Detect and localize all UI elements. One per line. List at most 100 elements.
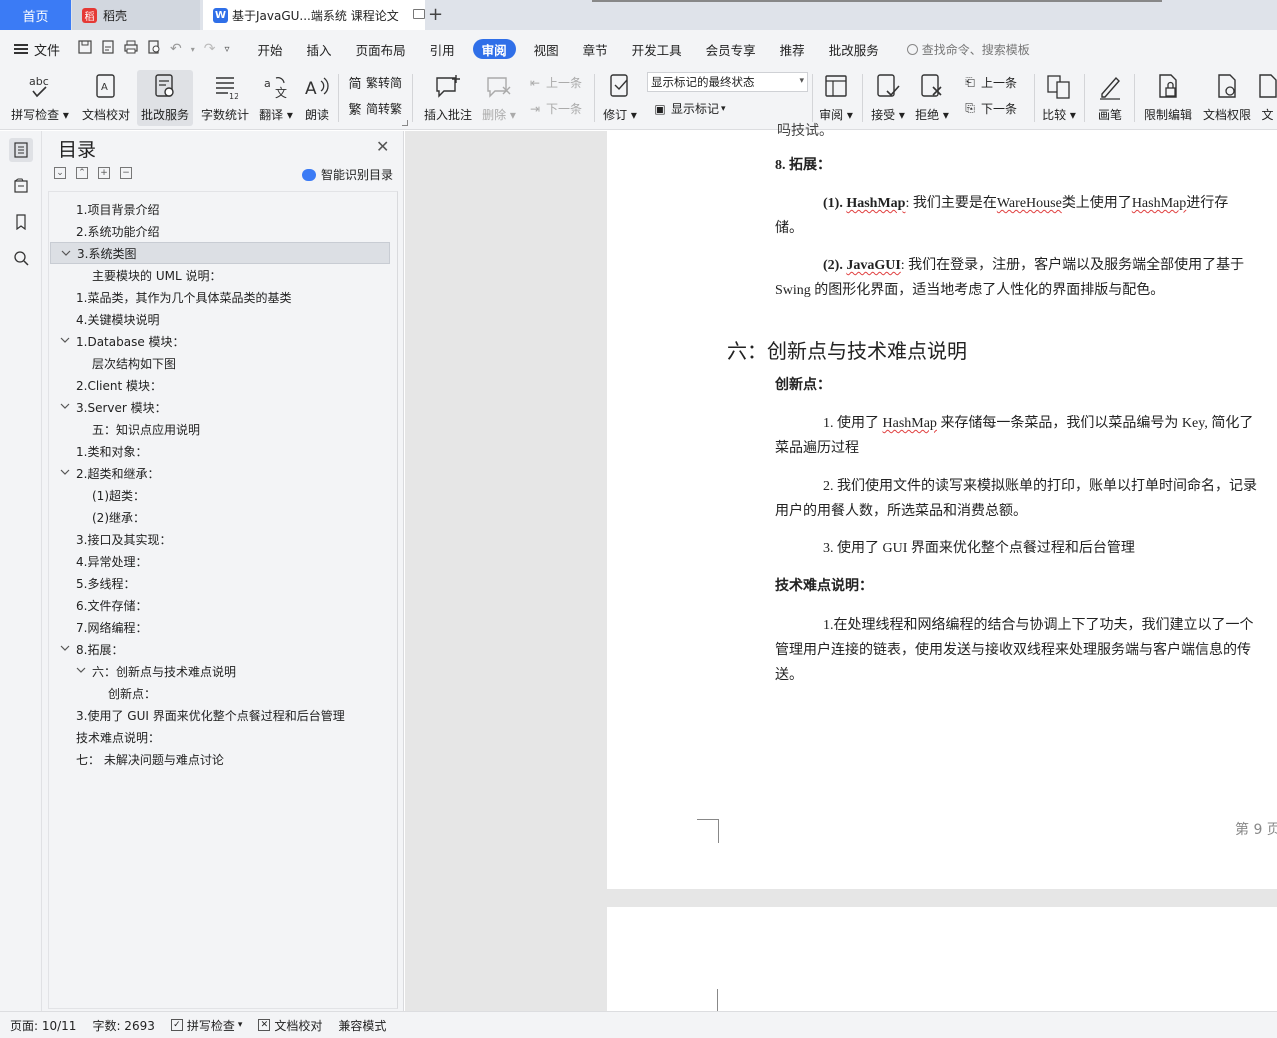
tab-member[interactable]: 会员专享 xyxy=(694,39,768,59)
file-menu-button[interactable]: 文件 xyxy=(14,40,60,59)
spellcheck-status[interactable]: ✓ 拼写检查 ▾ xyxy=(170,1017,242,1034)
doc-proof-button[interactable]: A 文档校对 xyxy=(78,70,134,126)
tab-insert[interactable]: 插入 xyxy=(295,39,344,59)
toc-item[interactable]: 8.拓展： xyxy=(50,638,390,660)
chevron-down-icon[interactable] xyxy=(60,467,72,479)
word-count-indicator[interactable]: 字数: 2693 xyxy=(92,1017,154,1034)
show-markup-button[interactable]: ▣ 显示标记 ▾ xyxy=(652,100,725,117)
toc-item[interactable]: (1)超类： xyxy=(50,484,390,506)
grading-service-button[interactable]: 批改服务 xyxy=(137,70,193,126)
toc-item[interactable]: 创新点： xyxy=(50,682,390,704)
read-aloud-button[interactable]: A 朗读 xyxy=(298,70,336,126)
toc-item[interactable]: 2.系统功能介绍 xyxy=(50,220,390,242)
chapter-nav-icon[interactable] xyxy=(9,174,33,198)
group-launcher-icon[interactable] xyxy=(402,120,408,126)
translate-button[interactable]: a文 翻译 ▾ xyxy=(256,70,296,126)
undo-icon[interactable]: ↶ xyxy=(170,41,182,57)
toc-item[interactable]: 五：知识点应用说明 xyxy=(50,418,390,440)
toc-item[interactable]: 1.Database 模块： xyxy=(50,330,390,352)
pen-button[interactable]: 画笔 xyxy=(1090,70,1130,126)
toc-item[interactable]: 1.类和对象： xyxy=(50,440,390,462)
tab-grading[interactable]: 批改服务 xyxy=(817,39,891,59)
toc-item[interactable]: 1.菜品类，其作为几个具体菜品类的基类 xyxy=(50,286,390,308)
tab-view[interactable]: 视图 xyxy=(522,39,571,59)
save-icon[interactable] xyxy=(78,40,92,58)
tab-daoke[interactable]: 稻 稻壳 xyxy=(72,0,200,30)
bookmark-icon[interactable] xyxy=(9,210,33,234)
toc-item[interactable]: 5.多线程： xyxy=(50,572,390,594)
print-icon[interactable] xyxy=(124,40,138,58)
tab-recommend[interactable]: 推荐 xyxy=(768,39,817,59)
toc-item[interactable]: 2.Client 模块： xyxy=(50,374,390,396)
tab-developer[interactable]: 开发工具 xyxy=(620,39,694,59)
track-changes-button[interactable]: 修订 ▾ xyxy=(600,70,640,126)
chevron-down-icon[interactable] xyxy=(76,665,88,677)
toc-item[interactable]: 技术难点说明： xyxy=(50,726,390,748)
toc-item[interactable]: 3.Server 模块： xyxy=(50,396,390,418)
expand-all-icon[interactable]: ⌄ xyxy=(54,167,66,179)
tab-page-layout[interactable]: 页面布局 xyxy=(344,39,418,59)
add-heading-icon[interactable]: + xyxy=(98,167,110,179)
doc-permission-button[interactable]: 文档权限 xyxy=(1199,70,1255,126)
delete-comment-button[interactable]: 删除 ▾ xyxy=(479,70,519,126)
toc-item[interactable]: 六：创新点与技术难点说明 xyxy=(50,660,390,682)
collapse-all-icon[interactable]: ⌃ xyxy=(76,167,88,179)
spellcheck-button[interactable]: abc 拼写检查 ▾ xyxy=(8,70,72,126)
chevron-down-icon[interactable] xyxy=(61,248,73,260)
trad-to-simp-button[interactable]: 简 繁转简 xyxy=(347,74,402,92)
toc-item[interactable]: 3.系统类图 xyxy=(50,242,390,264)
insert-comment-button[interactable]: 插入批注 xyxy=(420,70,476,126)
redo-icon[interactable]: ↷ xyxy=(204,41,216,57)
remove-heading-icon[interactable]: − xyxy=(120,167,132,179)
next-change-button[interactable]: ⎘ 下一条 xyxy=(962,100,1017,117)
toc-item[interactable]: 4.关键模块说明 xyxy=(50,308,390,330)
restrict-edit-button[interactable]: 限制编辑 xyxy=(1140,70,1196,126)
chevron-down-icon[interactable] xyxy=(60,335,72,347)
simp-to-trad-button[interactable]: 繁 简转繁 xyxy=(347,100,402,118)
smart-detect-toc-button[interactable]: 智能识别目录 xyxy=(302,166,393,183)
toc-item[interactable]: 七： 未解决问题与难点讨论 xyxy=(50,748,390,770)
tab-chapter[interactable]: 章节 xyxy=(571,39,620,59)
undo-dropdown-icon[interactable]: ▾ xyxy=(191,45,195,54)
export-pdf-icon[interactable] xyxy=(101,40,115,58)
tab-review[interactable]: 审阅 xyxy=(472,39,516,59)
toc-item[interactable]: 3.接口及其实现： xyxy=(50,528,390,550)
toc-item[interactable]: 主要模块的 UML 说明： xyxy=(50,264,390,286)
close-icon[interactable]: ✕ xyxy=(376,137,389,156)
new-tab-button[interactable]: + xyxy=(428,4,443,25)
pen-icon xyxy=(1095,72,1125,102)
toc-nav-icon[interactable] xyxy=(9,138,33,162)
chevron-down-icon[interactable] xyxy=(60,643,72,655)
page-indicator[interactable]: 页面: 10/11 xyxy=(10,1017,76,1034)
doc-proof-status[interactable]: ✕ 文档校对 xyxy=(258,1017,322,1034)
review-pane-button[interactable]: 审阅 ▾ xyxy=(816,70,856,126)
prev-comment-button[interactable]: ⇤ 上一条 xyxy=(527,74,582,91)
toc-item[interactable]: 3.使用了 GUI 界面来优化整个点餐过程和后台管理 xyxy=(50,704,390,726)
print-preview-icon[interactable] xyxy=(147,40,161,58)
toc-item[interactable]: 7.网络编程： xyxy=(50,616,390,638)
toc-item[interactable]: 1.项目背景介绍 xyxy=(50,198,390,220)
toc-item[interactable]: (2)继承： xyxy=(50,506,390,528)
next-comment-button[interactable]: ⇥ 下一条 xyxy=(527,100,582,117)
word-count-button[interactable]: 12 字数统计 xyxy=(197,70,253,126)
chevron-down-icon[interactable] xyxy=(60,401,72,413)
command-search[interactable]: 查找命令、搜索模板 xyxy=(906,41,1030,58)
toc-item[interactable]: 4.异常处理： xyxy=(50,550,390,572)
translate-label: 翻译 ▾ xyxy=(259,108,293,122)
reject-change-button[interactable]: 拒绝 ▾ xyxy=(912,70,952,126)
prev-change-button[interactable]: ⎗ 上一条 xyxy=(962,74,1017,91)
tab-document[interactable]: W 基于JavaGU...端系统 课程论文 xyxy=(203,0,425,30)
customize-toolbar-icon[interactable]: ▿ xyxy=(225,44,230,55)
markup-state-select[interactable]: 显示标记的最终状态 ▾ xyxy=(647,72,808,92)
doc-more-button[interactable]: 文 xyxy=(1258,70,1277,126)
compare-button[interactable]: 比较 ▾ xyxy=(1039,70,1079,126)
toc-item[interactable]: 2.超类和继承： xyxy=(50,462,390,484)
toc-item[interactable]: 6.文件存储： xyxy=(50,594,390,616)
tab-screen-icon[interactable] xyxy=(413,9,425,19)
toc-item[interactable]: 层次结构如下图 xyxy=(50,352,390,374)
search-icon[interactable] xyxy=(9,246,33,270)
accept-change-button[interactable]: 接受 ▾ xyxy=(868,70,908,126)
tab-start[interactable]: 开始 xyxy=(246,39,295,59)
tab-references[interactable]: 引用 xyxy=(418,39,467,59)
tab-home[interactable]: 首页 xyxy=(0,0,71,30)
